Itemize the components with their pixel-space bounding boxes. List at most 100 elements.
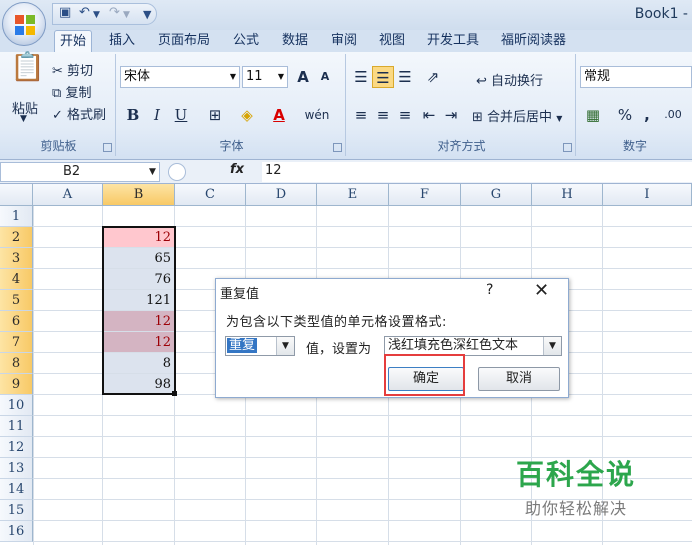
close-icon[interactable]: ✕ xyxy=(534,279,549,303)
tab-page-layout[interactable]: 页面布局 xyxy=(153,30,215,52)
column-header-e[interactable]: E xyxy=(317,184,389,206)
shrink-font-button[interactable]: A xyxy=(314,66,336,88)
column-header-b[interactable]: B xyxy=(103,184,175,206)
number-format-select[interactable]: 常规 xyxy=(580,66,692,88)
redo-icon[interactable]: ↷ xyxy=(109,5,120,20)
alignment-launcher-icon[interactable] xyxy=(563,143,572,152)
redo-dropdown-icon[interactable]: ▼ xyxy=(123,10,130,20)
brush-icon: ✓ xyxy=(52,108,63,123)
column-header-i[interactable]: I xyxy=(603,184,692,206)
row-header-13[interactable]: 13 xyxy=(0,458,33,479)
undo-dropdown-icon[interactable]: ▼ xyxy=(93,10,100,20)
paste-dropdown-icon[interactable]: ▼ xyxy=(20,114,27,124)
row-header-10[interactable]: 10 xyxy=(0,395,33,416)
tab-review[interactable]: 审阅 xyxy=(326,30,362,52)
merge-center-button[interactable]: ⊞ 合并后居中 ▼ xyxy=(472,106,562,125)
dialog-title: 重复值 xyxy=(220,287,260,302)
row-header-7[interactable]: 7 xyxy=(0,332,33,353)
select-all-corner[interactable] xyxy=(0,184,33,206)
row-header-14[interactable]: 14 xyxy=(0,479,33,500)
border-icon[interactable]: ⊞ xyxy=(204,104,226,126)
phonetic-button[interactable]: wén xyxy=(302,104,332,126)
wrap-text-button[interactable]: ↩ 自动换行 xyxy=(476,70,543,89)
font-group: 宋体 ▼ 11 ▼ A A B I U ⊞ ◈ A wén 字体 xyxy=(118,54,346,156)
name-box[interactable]: B2 ▼ xyxy=(0,162,160,182)
format-painter-button[interactable]: ✓ 格式刷 xyxy=(52,104,106,123)
font-name-select[interactable]: 宋体 ▼ xyxy=(120,66,240,88)
row-header-6[interactable]: 6 xyxy=(0,311,33,332)
decrease-indent-icon[interactable]: ⇤ xyxy=(418,104,440,126)
tab-developer[interactable]: 开发工具 xyxy=(422,30,484,52)
clipboard-launcher-icon[interactable] xyxy=(103,143,112,152)
save-icon[interactable]: ▣ xyxy=(59,5,71,20)
row-header-15[interactable]: 15 xyxy=(0,500,33,521)
row-header-3[interactable]: 3 xyxy=(0,248,33,269)
paste-icon[interactable]: 📋 xyxy=(10,53,45,92)
align-left-icon[interactable]: ≡ xyxy=(350,104,372,126)
row-header-11[interactable]: 11 xyxy=(0,416,33,437)
tab-foxit-reader[interactable]: 福昕阅读器 xyxy=(496,30,571,52)
column-header-c[interactable]: C xyxy=(175,184,246,206)
formula-input[interactable]: 12 xyxy=(262,162,692,182)
undo-icon[interactable]: ↶ xyxy=(79,5,90,20)
increase-decimal-icon[interactable]: .00 xyxy=(662,104,684,126)
office-button[interactable] xyxy=(2,2,46,46)
row-header-9[interactable]: 9 xyxy=(0,374,33,395)
font-size-select[interactable]: 11 ▼ xyxy=(242,66,288,88)
tab-view[interactable]: 视图 xyxy=(374,30,410,52)
customize-qat-icon[interactable]: ▼ xyxy=(143,8,151,21)
font-launcher-icon[interactable] xyxy=(333,143,342,152)
align-top-icon[interactable]: ☰ xyxy=(350,66,372,88)
tab-insert[interactable]: 插入 xyxy=(104,30,140,52)
column-header-g[interactable]: G xyxy=(461,184,532,206)
number-group: 常规 ▦ % , .00 数字 xyxy=(578,54,692,156)
column-header-f[interactable]: F xyxy=(389,184,461,206)
tab-formulas[interactable]: 公式 xyxy=(228,30,264,52)
row-header-4[interactable]: 4 xyxy=(0,269,33,290)
row-header-16[interactable]: 16 xyxy=(0,521,33,542)
formula-expand-icon[interactable] xyxy=(168,163,186,181)
row-header-1[interactable]: 1 xyxy=(0,206,33,227)
font-color-icon[interactable]: A xyxy=(268,104,290,126)
watermark-title: 百科全说 xyxy=(516,458,637,491)
ribbon: 📋 粘贴 ▼ ✂ 剪切 ⧉ 复制 ✓ 格式刷 剪贴板 宋体 ▼ 11 ▼ A A B… xyxy=(0,52,692,160)
column-header-d[interactable]: D xyxy=(246,184,317,206)
chevron-down-icon: ▼ xyxy=(277,72,284,81)
row-header-8[interactable]: 8 xyxy=(0,353,33,374)
fill-color-icon[interactable]: ◈ xyxy=(236,104,258,126)
row-header-5[interactable]: 5 xyxy=(0,290,33,311)
dialog-description: 为包含以下类型值的单元格设置格式: xyxy=(226,315,447,330)
help-icon[interactable]: ? xyxy=(486,282,493,298)
underline-button[interactable]: U xyxy=(170,104,192,126)
insert-function-button[interactable]: fx xyxy=(230,162,244,177)
accounting-format-icon[interactable]: ▦ xyxy=(582,104,604,126)
tab-data[interactable]: 数据 xyxy=(277,30,313,52)
row-header-12[interactable]: 12 xyxy=(0,437,33,458)
duplicate-type-select[interactable]: 重复 ▼ xyxy=(225,336,295,356)
cancel-button[interactable]: 取消 xyxy=(478,367,560,391)
orientation-icon[interactable]: ⇗ xyxy=(422,66,444,88)
column-header-a[interactable]: A xyxy=(33,184,103,206)
grow-font-button[interactable]: A xyxy=(292,66,314,88)
align-middle-icon[interactable]: ☰ xyxy=(372,66,394,88)
fill-handle[interactable] xyxy=(172,391,177,396)
comma-button[interactable]: , xyxy=(636,104,658,126)
copy-button[interactable]: ⧉ 复制 xyxy=(52,82,91,101)
window-title: Book1 - xyxy=(634,6,688,22)
increase-indent-icon[interactable]: ⇥ xyxy=(440,104,462,126)
column-header-h[interactable]: H xyxy=(532,184,603,206)
italic-button[interactable]: I xyxy=(146,104,168,126)
align-center-icon[interactable]: ≡ xyxy=(372,104,394,126)
format-select[interactable]: 浅红填充色深红色文本 ▼ xyxy=(384,336,562,356)
font-size-value: 11 xyxy=(246,69,263,84)
align-bottom-icon[interactable]: ☰ xyxy=(394,66,416,88)
percent-button[interactable]: % xyxy=(614,104,636,126)
chevron-down-icon: ▼ xyxy=(276,337,294,355)
merge-icon: ⊞ xyxy=(472,110,483,125)
bold-button[interactable]: B xyxy=(122,104,144,126)
tab-home[interactable]: 开始 xyxy=(54,30,93,52)
row-header-2[interactable]: 2 xyxy=(0,227,33,248)
cut-button[interactable]: ✂ 剪切 xyxy=(52,60,93,79)
duplicate-type-value: 重复 xyxy=(227,338,258,353)
align-right-icon[interactable]: ≡ xyxy=(394,104,416,126)
